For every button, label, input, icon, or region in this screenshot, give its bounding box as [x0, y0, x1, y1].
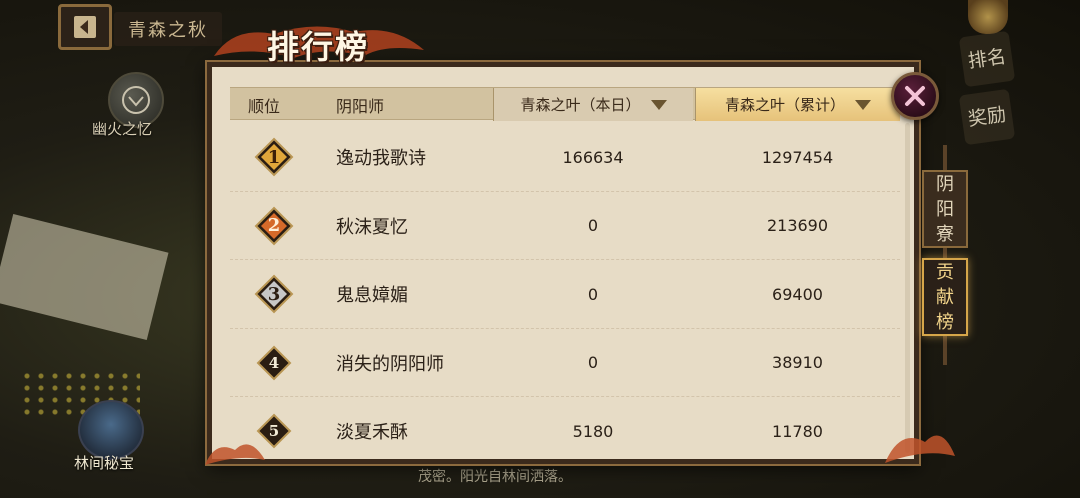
scroll-paper: [0, 213, 169, 341]
rank-badge-icon: 4: [254, 343, 294, 383]
left-item-label: 幽火之忆: [92, 120, 153, 138]
tab-ranking[interactable]: 排名: [958, 30, 1016, 88]
table-row[interactable]: 3 鬼息嫜媚 0 69400: [230, 260, 900, 329]
player-name: 逸动我歌诗: [336, 148, 426, 169]
total-score: 1297454: [761, 147, 834, 167]
header-rank: 顺位: [248, 96, 281, 116]
rank-badge-icon: 3: [254, 274, 294, 314]
scrollbar[interactable]: [905, 123, 910, 453]
tab-daily-sort[interactable]: 青森之叶（本日）: [493, 88, 693, 121]
tab-yinyang-char: 阳: [936, 198, 954, 220]
rank-number: 1: [267, 146, 281, 168]
dropdown-arrow-icon: [650, 99, 667, 110]
tab-yinyang-char: 寮: [936, 223, 954, 245]
table-row[interactable]: 2 秋沫夏忆 0 213690: [230, 192, 900, 260]
daily-score: 166634: [562, 147, 624, 167]
tab-contrib-char: 榜: [936, 311, 954, 333]
rank-badge-icon: 2: [254, 206, 294, 246]
treasure-icon[interactable]: [78, 400, 144, 460]
player-name: 淡夏禾酥: [336, 422, 408, 443]
ranking-panel: 顺位 阴阳师 青森之叶（本日） 青森之叶（累计） 1 逸动我歌诗 166634 …: [207, 62, 919, 464]
tab-reward-label: 奖励: [966, 102, 1008, 131]
player-name: 秋沫夏忆: [336, 216, 408, 238]
rank-badge-icon: 1: [254, 137, 294, 177]
player-name: 鬼息嫜媚: [336, 285, 408, 306]
bottom-story-text: 茂密。阳光自林间洒落。: [418, 469, 572, 485]
rank-number: 2: [267, 215, 281, 236]
total-score: 213690: [766, 216, 829, 235]
daily-score: 5180: [572, 421, 614, 441]
ranking-list[interactable]: 1 逸动我歌诗 166634 1297454 2 秋沫夏忆 0 213690 3…: [230, 123, 900, 459]
total-score: 69400: [772, 284, 823, 304]
table-row[interactable]: 1 逸动我歌诗 166634 1297454: [230, 123, 900, 192]
panel-title-banner: 排行榜: [214, 22, 424, 68]
dropdown-arrow-icon: [855, 99, 871, 110]
tab-reward[interactable]: 奖励: [958, 88, 1016, 146]
lantern-icon: [968, 0, 1008, 34]
tab-contribution-ranking[interactable]: 贡 献 榜: [922, 258, 968, 336]
table-row[interactable]: 4 消失的阴阳师 0 38910: [230, 329, 900, 397]
cloud-decoration-icon: [885, 435, 955, 463]
player-name: 消失的阴阳师: [336, 353, 444, 375]
tab-yinyang-char: 阴: [936, 173, 954, 195]
header-name: 阴阳师: [336, 96, 385, 116]
tab-yinyang-guild[interactable]: 阴 阳 寮: [922, 170, 968, 248]
tab-total-sort[interactable]: 青森之叶（累计）: [695, 88, 900, 121]
panel-title: 排行榜: [266, 28, 369, 66]
daily-score: 0: [587, 353, 599, 372]
daily-score: 0: [587, 284, 599, 304]
tab-daily-label: 青森之叶（本日）: [520, 96, 641, 114]
tab-contrib-char: 献: [936, 286, 954, 308]
close-button[interactable]: [891, 72, 939, 120]
tab-ranking-label: 排名: [966, 44, 1008, 73]
tab-total-label: 青森之叶（累计）: [724, 96, 845, 114]
total-score: 38910: [772, 353, 823, 372]
table-header: 顺位 阴阳师 青森之叶（本日） 青森之叶（累计）: [230, 87, 900, 121]
total-score: 11780: [772, 421, 823, 441]
back-button[interactable]: [58, 4, 112, 50]
treasure-label: 林间秘宝: [74, 454, 135, 472]
close-icon: [905, 86, 925, 106]
rank-number: 3: [267, 283, 281, 305]
rank-number: 4: [268, 353, 280, 372]
tab-contrib-char: 贡: [936, 261, 954, 283]
table-row[interactable]: 5 淡夏禾酥 5180 11780: [230, 397, 900, 459]
daily-score: 0: [587, 216, 599, 235]
back-arrow-icon: [74, 16, 96, 38]
cloud-decoration-icon: [205, 444, 265, 465]
